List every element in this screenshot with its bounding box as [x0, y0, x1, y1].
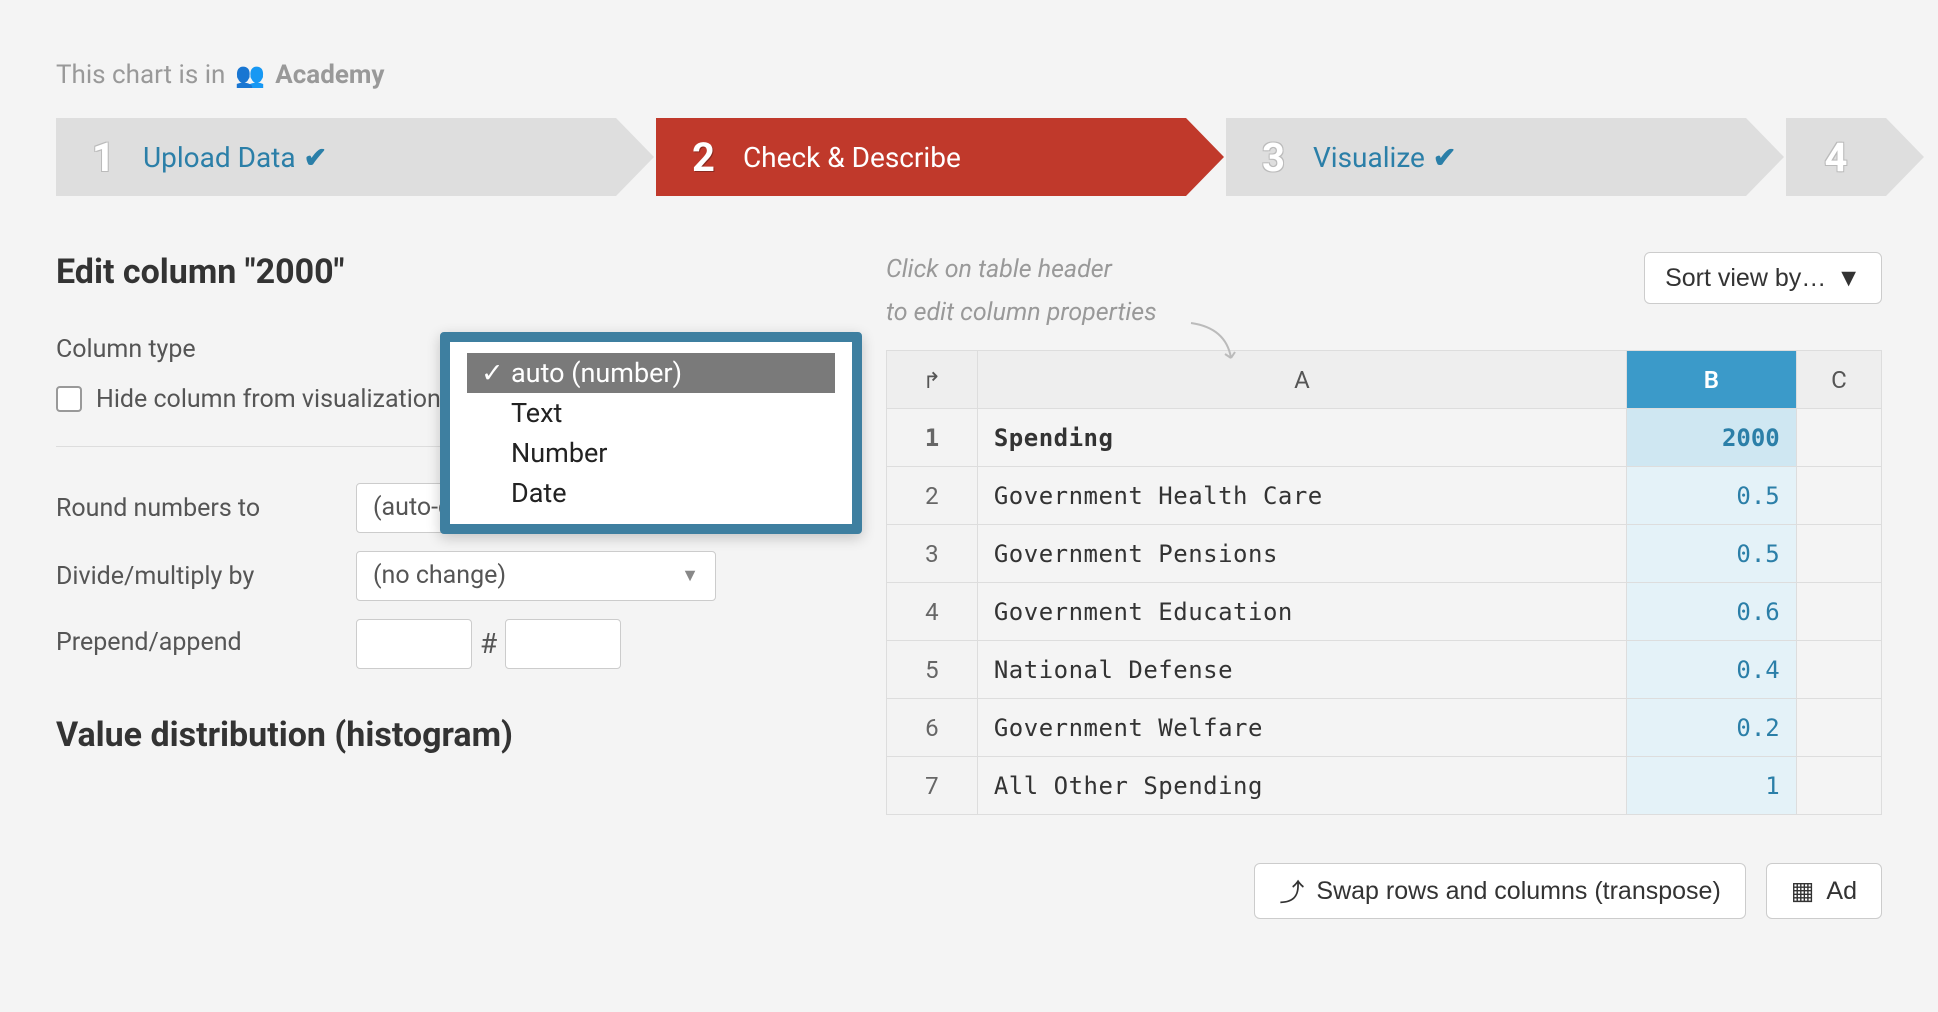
cell-b[interactable]: 0.5 [1627, 467, 1797, 525]
step-label: Upload Data [143, 141, 296, 174]
transpose-icon: ⤴ [1279, 873, 1304, 909]
cell-c[interactable] [1796, 699, 1881, 757]
row-number: 4 [887, 583, 978, 641]
row-number: 2 [887, 467, 978, 525]
cell-a[interactable]: Government Welfare [977, 699, 1626, 757]
add-column-button[interactable]: ▦ Ad [1766, 863, 1882, 919]
step-label: Check & Describe [743, 141, 961, 174]
prepend-input[interactable] [356, 619, 472, 669]
step-visualize[interactable]: 3 Visualize ✔ [1226, 118, 1746, 196]
hint-arrow-icon [1186, 318, 1246, 368]
row-number: 3 [887, 525, 978, 583]
data-table: ↱ A B C 1 Spending 2000 2 [886, 350, 1882, 815]
table-row: 4 Government Education 0.6 [887, 583, 1882, 641]
column-type-option-text[interactable]: Text [467, 393, 835, 433]
cell-b[interactable]: 0.4 [1627, 641, 1797, 699]
cell-b[interactable]: 1 [1627, 757, 1797, 815]
column-header-c[interactable]: C [1796, 351, 1881, 409]
column-type-dropdown[interactable]: auto (number) Text Number Date [440, 332, 862, 534]
cell-b[interactable]: 0.6 [1627, 583, 1797, 641]
step-number: 4 [1825, 134, 1848, 181]
row-number: 1 [887, 409, 978, 467]
people-icon: 👥 [235, 61, 265, 89]
table-row: 7 All Other Spending 1 [887, 757, 1882, 815]
check-icon: ✔ [304, 141, 327, 174]
grid-icon: ▦ [1791, 876, 1815, 906]
stepper: 1 Upload Data ✔ 2 Check & Describe 3 Vis… [56, 118, 1882, 196]
column-type-option-auto[interactable]: auto (number) [467, 353, 835, 393]
row-number: 6 [887, 699, 978, 757]
row-number: 5 [887, 641, 978, 699]
cell-a[interactable]: Government Education [977, 583, 1626, 641]
cell-c[interactable] [1796, 641, 1881, 699]
cell-b[interactable]: 0.5 [1627, 525, 1797, 583]
cell-a[interactable]: National Defense [977, 641, 1626, 699]
append-input[interactable] [505, 619, 621, 669]
divide-multiply-value: (no change) [373, 561, 506, 590]
cell-a[interactable]: Government Health Care [977, 467, 1626, 525]
divide-multiply-select[interactable]: (no change) ▼ [356, 551, 716, 601]
cell-c[interactable] [1796, 525, 1881, 583]
round-numbers-label: Round numbers to [56, 483, 356, 526]
swap-label: Swap rows and columns (transpose) [1316, 877, 1720, 906]
chevron-down-icon: ▼ [1836, 264, 1861, 293]
step-label: Visualize [1313, 141, 1425, 174]
prepend-append-label: Prepend/append [56, 627, 356, 660]
chevron-down-icon: ▼ [681, 565, 699, 586]
step-number: 2 [692, 134, 715, 181]
step-number: 3 [1262, 134, 1285, 181]
cell-c[interactable] [1796, 583, 1881, 641]
divide-multiply-label: Divide/multiply by [56, 551, 356, 594]
transpose-corner[interactable]: ↱ [887, 351, 978, 409]
transpose-icon: ↱ [923, 369, 941, 394]
cell-a[interactable]: All Other Spending [977, 757, 1626, 815]
column-type-option-number[interactable]: Number [467, 433, 835, 473]
histogram-title: Value distribution (histogram) [56, 715, 826, 755]
column-header-a[interactable]: A [977, 351, 1626, 409]
row-number: 7 [887, 757, 978, 815]
cell-b[interactable]: 2000 [1627, 409, 1797, 467]
cell-c[interactable] [1796, 467, 1881, 525]
cell-c[interactable] [1796, 757, 1881, 815]
edit-column-title: Edit column "2000" [56, 252, 826, 292]
cell-a[interactable]: Spending [977, 409, 1626, 467]
table-row: 6 Government Welfare 0.2 [887, 699, 1882, 757]
breadcrumb: This chart is in 👥 Academy [56, 60, 1882, 90]
table-hint-line2: to edit column properties [886, 295, 1157, 330]
column-type-label: Column type [56, 324, 356, 367]
hide-column-checkbox[interactable] [56, 386, 82, 412]
column-header-b[interactable]: B [1627, 351, 1797, 409]
check-icon: ✔ [1433, 141, 1456, 174]
sort-view-button[interactable]: Sort view by… ▼ [1644, 252, 1882, 304]
table-row: 5 National Defense 0.4 [887, 641, 1882, 699]
table-hint-line1: Click on table header [886, 252, 1157, 287]
sort-view-label: Sort view by… [1665, 264, 1826, 293]
cell-a[interactable]: Government Pensions [977, 525, 1626, 583]
add-label: Ad [1826, 877, 1857, 906]
table-row: 3 Government Pensions 0.5 [887, 525, 1882, 583]
step-number: 1 [92, 134, 115, 181]
cell-b[interactable]: 0.2 [1627, 699, 1797, 757]
step-4[interactable]: 4 [1786, 118, 1886, 196]
table-row: 2 Government Health Care 0.5 [887, 467, 1882, 525]
prepend-append-separator: # [480, 627, 497, 660]
step-check-describe[interactable]: 2 Check & Describe [656, 118, 1186, 196]
breadcrumb-folder[interactable]: Academy [275, 60, 384, 90]
table-row: 1 Spending 2000 [887, 409, 1882, 467]
hide-column-label: Hide column from visualization [96, 385, 441, 414]
step-upload-data[interactable]: 1 Upload Data ✔ [56, 118, 616, 196]
cell-c[interactable] [1796, 409, 1881, 467]
column-type-option-date[interactable]: Date [467, 473, 835, 513]
breadcrumb-prefix: This chart is in [56, 60, 225, 90]
swap-rows-columns-button[interactable]: ⤴ Swap rows and columns (transpose) [1254, 863, 1745, 919]
